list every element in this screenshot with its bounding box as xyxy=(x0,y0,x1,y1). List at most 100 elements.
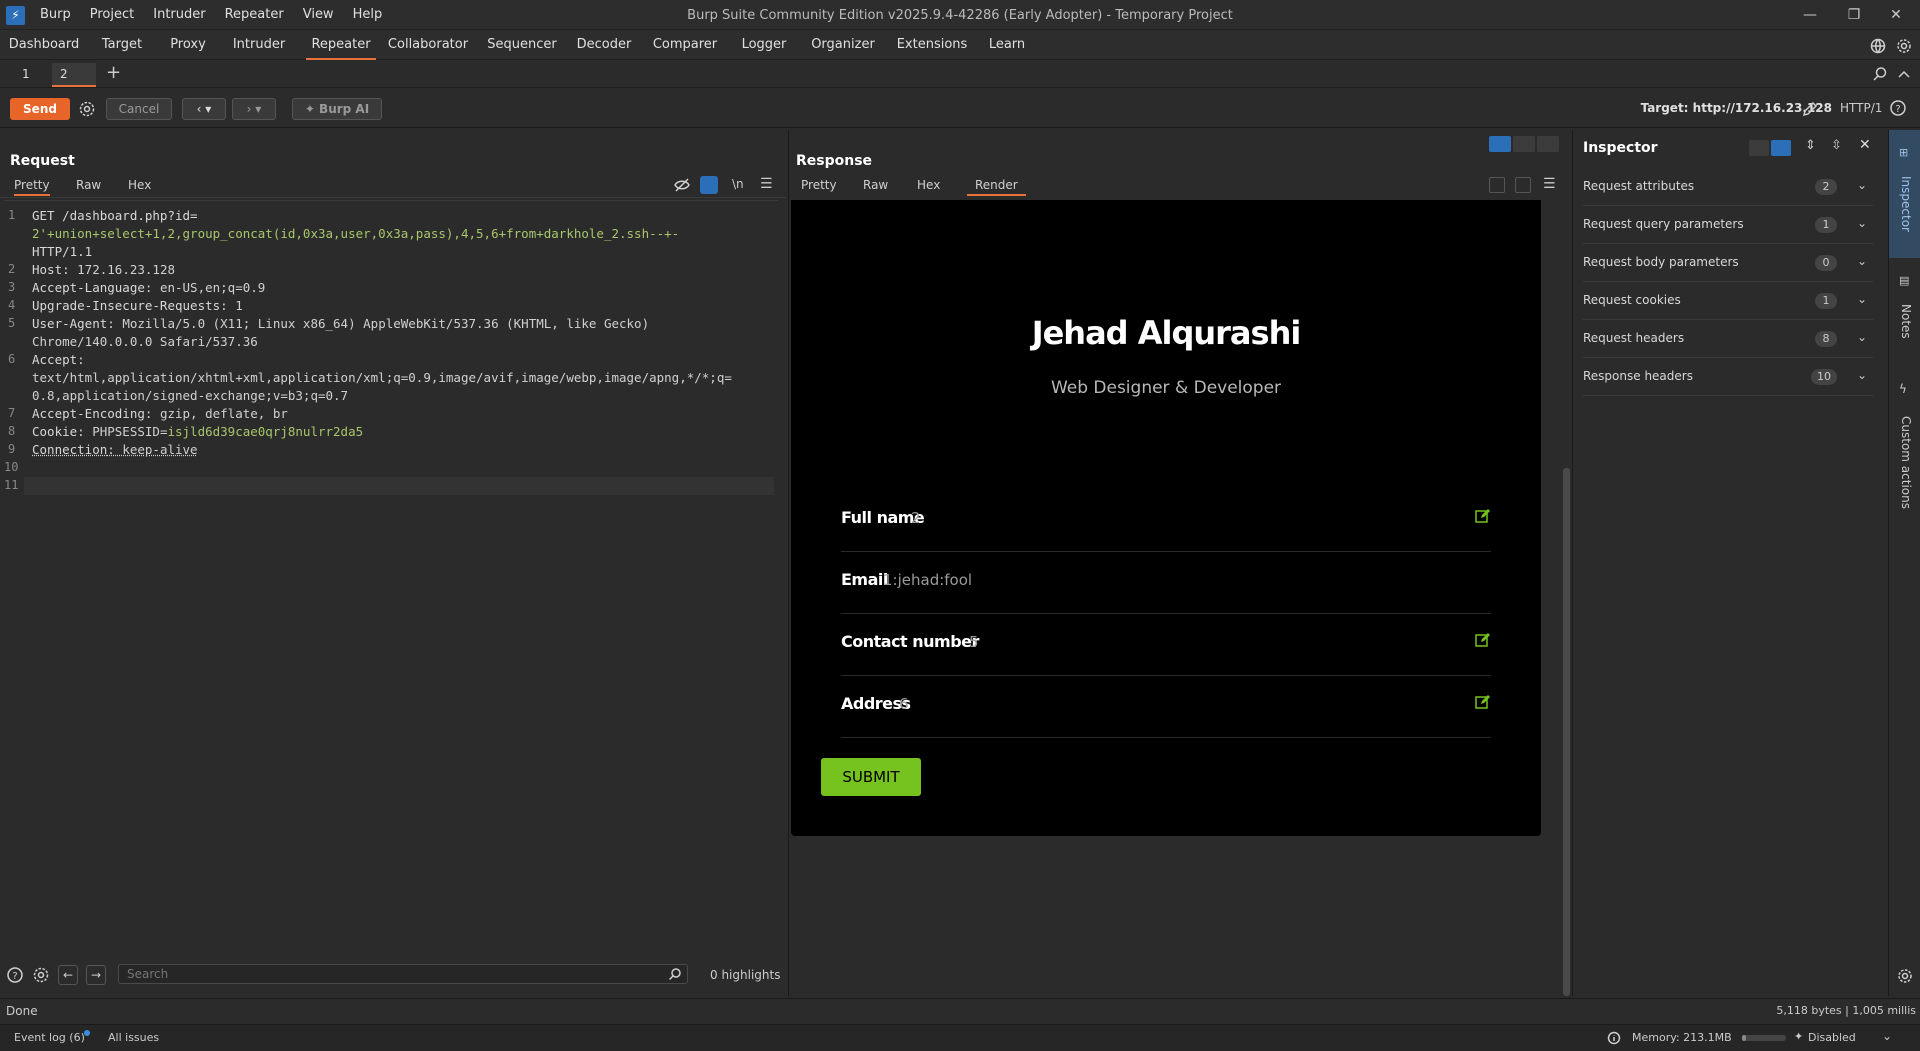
notes-icon: ▤ xyxy=(1899,274,1910,287)
menu-repeater[interactable]: Repeater xyxy=(225,7,284,22)
profile-subtitle: Web Designer & Developer xyxy=(1050,378,1282,398)
tab-sequencer[interactable]: Sequencer xyxy=(482,30,562,60)
wrap-lines-icon[interactable] xyxy=(700,176,718,194)
inspector-row-label: Request cookies xyxy=(1583,293,1681,307)
layout-stacked-icon[interactable] xyxy=(1513,136,1535,152)
header-value: : 172.16.23.128 xyxy=(62,262,175,277)
inspector-layout-active-icon[interactable] xyxy=(1771,140,1791,156)
tab-organizer[interactable]: Organizer xyxy=(806,30,880,60)
response-menu-icon[interactable]: ☰ xyxy=(1543,176,1556,192)
collapse-all-icon[interactable]: ⇳ xyxy=(1831,138,1842,153)
inspector-row-cookies[interactable]: Request cookies 1 ⌄ xyxy=(1583,282,1873,320)
tab-extensions[interactable]: Extensions xyxy=(894,30,970,60)
cancel-button[interactable]: Cancel xyxy=(106,98,172,120)
chevron-down-icon[interactable]: ⌄ xyxy=(1882,1029,1892,1043)
header-name: Connection xyxy=(32,442,108,457)
burp-ai-button[interactable]: ✦ Burp AI xyxy=(292,98,382,120)
burp-logo-icon: ⚡ xyxy=(6,6,25,25)
profile-name: Jehad Alqurashi xyxy=(1031,314,1302,352)
globe-icon[interactable] xyxy=(1870,38,1886,54)
tab-repeater[interactable]: Repeater xyxy=(306,30,376,60)
line-number: 2 xyxy=(8,262,16,276)
close-inspector-icon[interactable]: ✕ xyxy=(1859,137,1871,153)
submit-button[interactable]: SUBMIT xyxy=(821,758,921,796)
response-tab-pretty[interactable]: Pretty xyxy=(801,174,837,196)
request-editor[interactable]: 1 GET /dashboard.php?id= 2'+union+select+1… xyxy=(4,200,778,952)
request-tab-hex[interactable]: Hex xyxy=(128,174,151,196)
add-tab-icon[interactable]: + xyxy=(106,62,121,83)
inspector-row-query-parameters[interactable]: Request query parameters 1 ⌄ xyxy=(1583,206,1873,244)
previous-match-icon[interactable]: ← xyxy=(58,965,78,985)
field-contact-number: Contact number 5 xyxy=(841,614,1491,676)
tab-learn[interactable]: Learn xyxy=(982,30,1032,60)
memory-usage: Memory: 213.1MB xyxy=(1632,1031,1732,1044)
tab-target[interactable]: Target xyxy=(90,30,154,60)
tab-collaborator[interactable]: Collaborator xyxy=(386,30,470,60)
rail-settings-gear-icon[interactable] xyxy=(1897,968,1913,984)
menu-bar: Burp Project Intruder Repeater View Help xyxy=(40,7,401,22)
event-log-link[interactable]: Event log (6) xyxy=(14,1031,85,1044)
response-tab-hex[interactable]: Hex xyxy=(917,174,940,196)
edit-target-pencil-icon[interactable] xyxy=(1801,100,1819,118)
chevron-down-icon: ⌄ xyxy=(1856,368,1867,382)
inspector-row-request-attributes[interactable]: Request attributes 2 ⌄ xyxy=(1583,168,1873,206)
rail-custom-actions-label[interactable]: Custom actions xyxy=(1899,416,1913,509)
ai-status-label[interactable]: Disabled xyxy=(1808,1031,1856,1044)
search-settings-gear-icon[interactable] xyxy=(32,966,50,984)
minimize-icon[interactable]: — xyxy=(1790,4,1830,26)
send-button[interactable]: Send xyxy=(10,98,70,120)
inspector-row-request-headers[interactable]: Request headers 8 ⌄ xyxy=(1583,320,1873,358)
inspector-row-count: 1 xyxy=(1815,293,1837,309)
back-history-button[interactable]: ‹ ▾ xyxy=(182,98,226,120)
show-newlines-toggle[interactable]: \n xyxy=(732,177,744,191)
settings-gear-icon[interactable] xyxy=(1896,38,1912,54)
code-line: Connection: keep-alive xyxy=(32,441,198,459)
menu-help[interactable]: Help xyxy=(353,7,383,22)
request-tab-pretty[interactable]: Pretty xyxy=(14,174,50,196)
chevron-down-icon: ⌄ xyxy=(1856,216,1867,230)
menu-project[interactable]: Project xyxy=(90,7,134,22)
search-icon[interactable] xyxy=(1872,66,1888,82)
repeater-tab-1[interactable]: 1 xyxy=(14,63,38,87)
help-icon[interactable]: ? xyxy=(1889,99,1907,117)
repeater-tab-2[interactable]: 2 ✕ xyxy=(52,63,96,103)
rail-notes-label[interactable]: Notes xyxy=(1899,304,1913,339)
menu-intruder[interactable]: Intruder xyxy=(153,7,205,22)
inspector-layout-icon[interactable] xyxy=(1749,140,1769,156)
layout-side-by-side-icon[interactable] xyxy=(1489,136,1511,152)
response-tab-render[interactable]: Render xyxy=(967,174,1026,196)
field-label: Email xyxy=(841,570,888,589)
restore-icon[interactable]: ❐ xyxy=(1834,4,1874,26)
forward-history-button[interactable]: › ▾ xyxy=(232,98,276,120)
response-scroll-thumb[interactable] xyxy=(1563,468,1570,996)
tab-dashboard[interactable]: Dashboard xyxy=(6,30,82,60)
request-settings-gear-icon[interactable] xyxy=(78,100,96,118)
tab-logger[interactable]: Logger xyxy=(734,30,794,60)
menu-burp[interactable]: Burp xyxy=(40,7,71,22)
tab-proxy[interactable]: Proxy xyxy=(160,30,216,60)
inspector-row-body-parameters[interactable]: Request body parameters 0 ⌄ xyxy=(1583,244,1873,282)
response-tab-raw[interactable]: Raw xyxy=(863,174,888,196)
protocol-label[interactable]: HTTP/1 xyxy=(1840,101,1882,115)
next-match-icon[interactable]: → xyxy=(86,965,106,985)
chevron-up-icon[interactable] xyxy=(1896,66,1912,82)
edit-icon[interactable] xyxy=(1475,632,1491,648)
close-window-icon[interactable]: ✕ xyxy=(1876,4,1916,26)
help-circle-icon[interactable]: ? xyxy=(6,966,24,984)
search-input[interactable] xyxy=(118,964,688,984)
edit-icon[interactable] xyxy=(1475,694,1491,710)
expand-all-icon[interactable]: ⇕ xyxy=(1805,138,1816,153)
request-tab-raw[interactable]: Raw xyxy=(76,174,101,196)
layout-single-icon[interactable] xyxy=(1537,136,1559,152)
all-issues-link[interactable]: All issues xyxy=(108,1031,159,1044)
line-number: 4 xyxy=(8,298,16,312)
hide-eye-icon[interactable] xyxy=(674,177,690,193)
menu-view[interactable]: View xyxy=(303,7,334,22)
tab-decoder[interactable]: Decoder xyxy=(572,30,636,60)
inspector-row-response-headers[interactable]: Response headers 10 ⌄ xyxy=(1583,358,1873,396)
edit-icon[interactable] xyxy=(1475,508,1491,524)
tab-comparer[interactable]: Comparer xyxy=(650,30,720,60)
request-menu-icon[interactable]: ☰ xyxy=(760,176,773,192)
tab-intruder[interactable]: Intruder xyxy=(226,30,292,60)
rail-inspector-label[interactable]: Inspector xyxy=(1899,176,1913,232)
